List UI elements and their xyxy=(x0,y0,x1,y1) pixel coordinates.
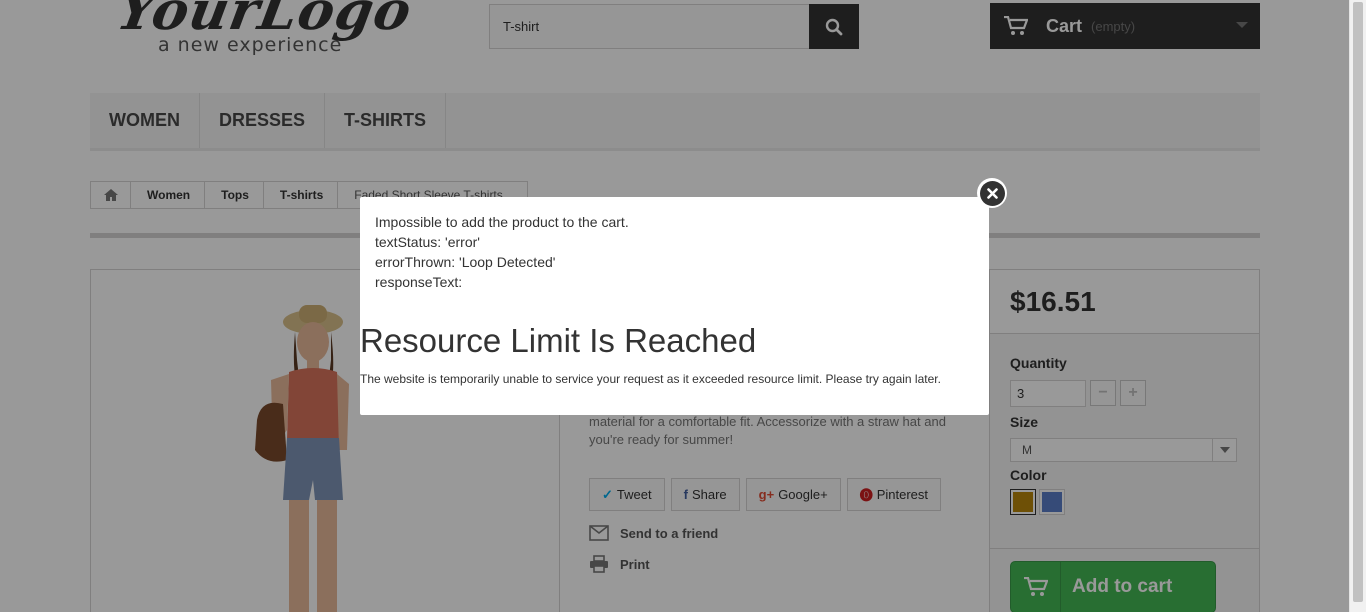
error-line: responseText: xyxy=(375,274,463,290)
error-line: Impossible to add the product to the car… xyxy=(375,214,629,230)
error-line: textStatus: 'error' xyxy=(375,234,480,250)
scrollbar-thumb[interactable] xyxy=(1353,2,1363,602)
close-icon xyxy=(979,180,1005,206)
error-message: The website is temporarily unable to ser… xyxy=(360,372,941,386)
error-line: errorThrown: 'Loop Detected' xyxy=(375,254,556,270)
modal-close-button[interactable] xyxy=(977,178,1007,208)
error-details: Impossible to add the product to the car… xyxy=(375,212,629,292)
vertical-scrollbar[interactable] xyxy=(1349,0,1366,612)
error-heading: Resource Limit Is Reached xyxy=(360,322,757,359)
error-modal: Impossible to add the product to the car… xyxy=(360,197,989,415)
